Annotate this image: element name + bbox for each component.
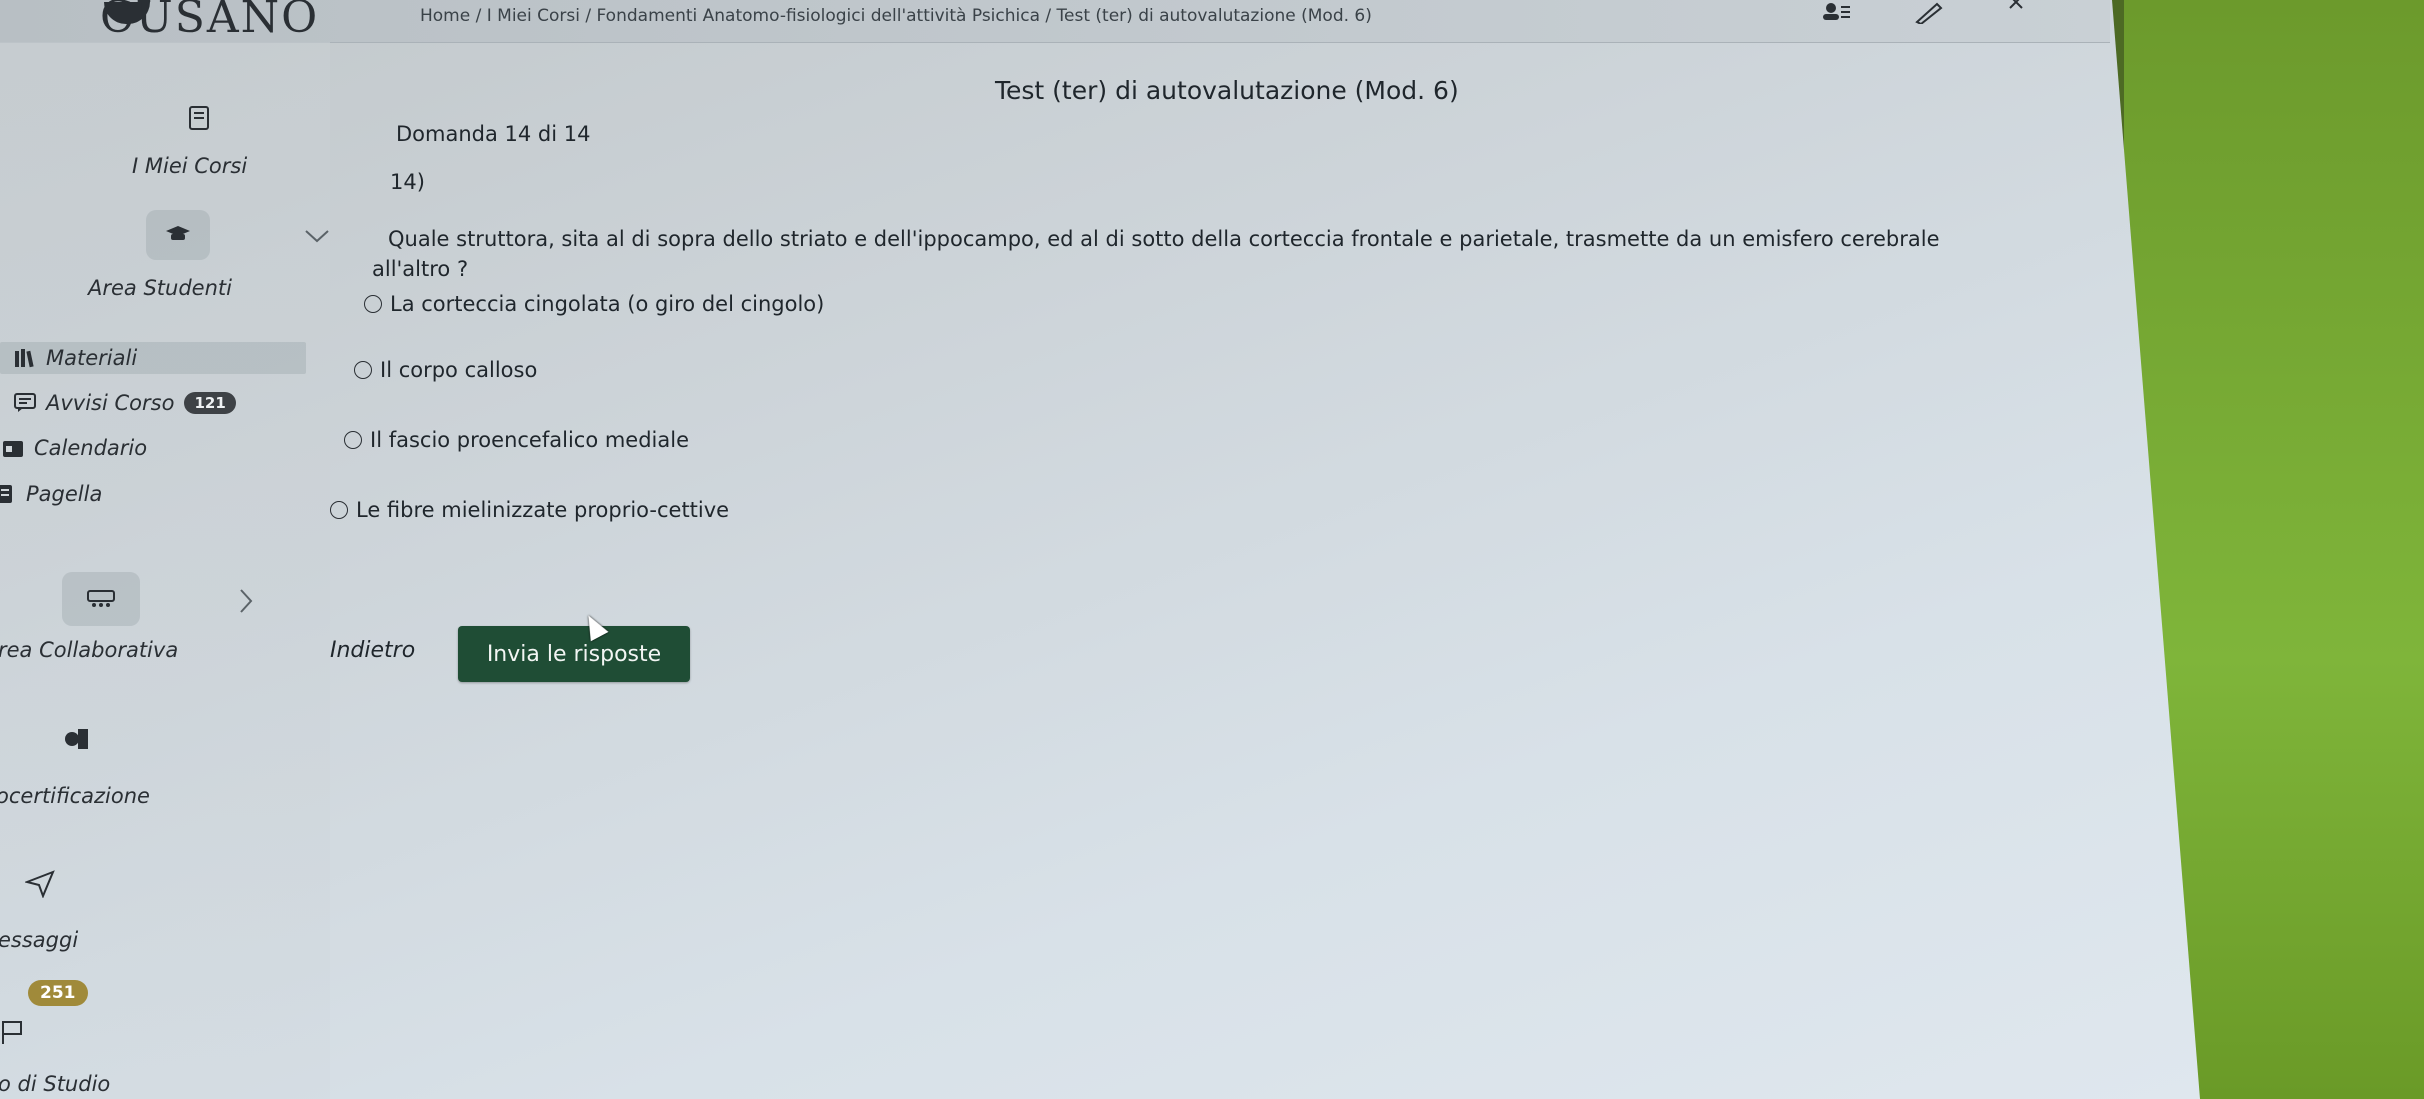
sidebar-item-student-area[interactable]: Area Studenti (88, 276, 232, 300)
sidebar-item-avvisi-corso[interactable]: Avvisi Corso 121 (14, 387, 236, 419)
sidebar-item-messages[interactable]: essaggi (0, 928, 78, 952)
sidebar-item-calendario[interactable]: Calendario (2, 432, 147, 464)
sidebar: I Miei Corsi Area Studenti Materiali Avv… (0, 42, 330, 1099)
sidebar-item-certification[interactable]: ocertificazione (0, 784, 150, 808)
chevron-down-icon[interactable] (304, 222, 330, 250)
question-text-line-2: all'altro ? (372, 257, 469, 281)
close-icon[interactable] (1998, 0, 2034, 16)
page-title: Test (ter) di autovalutazione (Mod. 6) (995, 76, 1459, 105)
question-text: Quale struttora, sita al di sopra dello … (372, 224, 2072, 284)
books-icon (14, 347, 36, 369)
radio-button[interactable] (344, 431, 362, 449)
send-icon[interactable] (20, 864, 60, 904)
sidebar-item-collaborative-area[interactable]: rea Collaborativa (0, 638, 178, 662)
sidebar-item-pagella[interactable]: Pagella (0, 478, 102, 510)
courses-icon[interactable] (180, 98, 220, 138)
answer-option-1[interactable]: La corteccia cingolata (o giro del cingo… (364, 292, 824, 316)
answer-option-2[interactable]: Il corpo calloso (354, 358, 537, 382)
report-card-icon (0, 483, 16, 505)
question-counter: Domanda 14 di 14 (396, 122, 591, 146)
pen-icon[interactable] (1910, 2, 1946, 26)
radio-button[interactable] (354, 361, 372, 379)
breadcrumb[interactable]: Home / I Miei Corsi / Fondamenti Anatomo… (420, 6, 1372, 26)
calendar-icon (2, 437, 24, 459)
radio-button[interactable] (364, 295, 382, 313)
back-button[interactable]: Indietro (330, 632, 450, 668)
notice-count-badge: 121 (184, 392, 236, 414)
radio-button[interactable] (330, 501, 348, 519)
flag-icon[interactable] (0, 1012, 32, 1052)
monitor-screen: CUSANO Home / I Miei Corsi / Fondamenti … (0, 0, 2200, 1099)
sidebar-item-materiali[interactable]: Materiali (0, 342, 306, 374)
chevron-right-icon[interactable] (238, 588, 254, 620)
submit-answers-button[interactable]: Invia le risposte (458, 626, 690, 682)
collaboration-icon[interactable] (62, 572, 140, 626)
answer-option-4[interactable]: Le fibre mielinizzate proprio-cettive (330, 498, 729, 522)
messages-count-badge: 251 (28, 980, 88, 1006)
sidebar-item-my-courses[interactable]: I Miei Corsi (132, 154, 247, 178)
answer-option-3[interactable]: Il fascio proencefalico mediale (344, 428, 689, 452)
user-menu-icon[interactable] (1818, 2, 1854, 26)
certification-icon[interactable] (56, 718, 96, 758)
message-icon (14, 392, 36, 414)
question-number: 14) (390, 170, 425, 194)
sidebar-item-study[interactable]: o di Studio (0, 1072, 110, 1096)
question-text-line-1: Quale struttora, sita al di sopra dello … (388, 227, 1940, 251)
site-logo[interactable]: CUSANO (100, 0, 319, 43)
graduation-cap-icon[interactable] (146, 210, 210, 260)
top-bar: CUSANO Home / I Miei Corsi / Fondamenti … (0, 0, 2110, 43)
